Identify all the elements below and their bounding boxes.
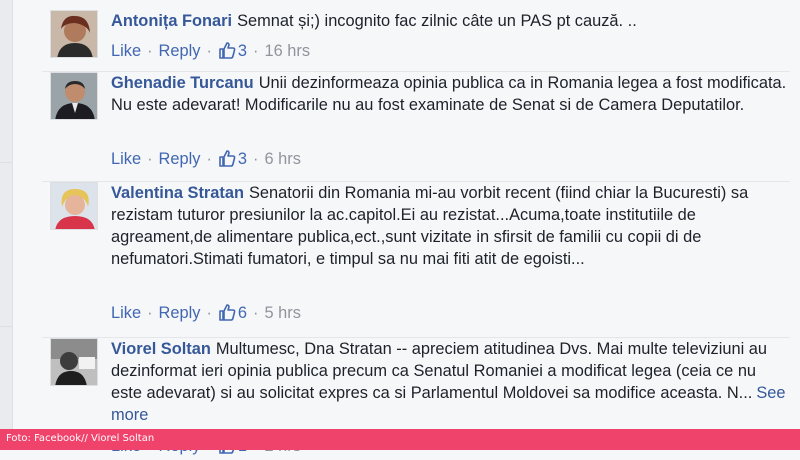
timestamp[interactable]: 6 hrs	[265, 150, 301, 168]
comment-body: Valentina Stratan Senatorii din Romania m…	[111, 182, 790, 270]
avatar[interactable]	[50, 338, 98, 386]
separator-dot: ·	[147, 42, 153, 60]
separator-dot: ·	[147, 304, 153, 322]
like-button[interactable]: Like	[111, 150, 141, 168]
avatar[interactable]	[50, 10, 98, 58]
comment-body: Antonița Fonari Semnat și;) incognito fac…	[111, 10, 790, 32]
like-count[interactable]: 6	[238, 304, 247, 322]
like-count[interactable]: 3	[238, 150, 247, 168]
timestamp[interactable]: 5 hrs	[265, 304, 301, 322]
comment-author[interactable]: Antonița Fonari	[111, 12, 232, 30]
separator-dot: ·	[253, 304, 259, 322]
comment: Antonița Fonari Semnat și;) incognito fac…	[42, 10, 790, 72]
separator-dot: ·	[206, 304, 212, 322]
rail-divider	[0, 326, 12, 327]
like-count[interactable]: 3	[238, 42, 247, 60]
comment-author[interactable]: Valentina Stratan	[111, 184, 244, 202]
comment-author[interactable]: Ghenadie Turcanu	[111, 74, 254, 92]
like-button[interactable]: Like	[111, 42, 141, 60]
thumbs-up-icon[interactable]	[218, 149, 236, 173]
separator-dot: ·	[206, 150, 212, 168]
timestamp[interactable]: 16 hrs	[265, 42, 311, 60]
comment-actions: Like · Reply · 3 · 6 hrs	[111, 148, 301, 173]
separator-dot: ·	[253, 150, 259, 168]
comment-actions: Like · Reply · 6 · 5 hrs	[111, 302, 301, 327]
like-button[interactable]: Like	[111, 304, 141, 322]
photo-credit-bar: Foto: Facebook// Viorel Soltan	[0, 429, 800, 450]
separator-dot: ·	[147, 150, 153, 168]
comment-author[interactable]: Viorel Soltan	[111, 340, 211, 358]
comment-text: Semnat și;) incognito fac zilnic câte un…	[237, 12, 637, 30]
reply-button[interactable]: Reply	[159, 150, 201, 168]
comment-body: Ghenadie Turcanu Unii dezinformeaza opini…	[111, 72, 790, 116]
avatar[interactable]	[50, 72, 98, 120]
comment-actions: Like · Reply · 3 · 16 hrs	[111, 40, 310, 65]
separator-dot: ·	[206, 42, 212, 60]
reply-button[interactable]: Reply	[159, 42, 201, 60]
thumbs-up-icon[interactable]	[218, 41, 236, 65]
photo-credit-caption: Foto: Facebook// Viorel Soltan	[6, 433, 155, 444]
comment: Ghenadie Turcanu Unii dezinformeaza opini…	[42, 72, 790, 182]
thumbs-up-icon[interactable]	[218, 303, 236, 327]
separator-dot: ·	[253, 42, 259, 60]
left-rail	[0, 0, 13, 430]
comment: Valentina Stratan Senatorii din Romania m…	[42, 182, 790, 338]
reply-button[interactable]: Reply	[159, 304, 201, 322]
comment-body: Viorel Soltan Multumesc, Dna Stratan -- a…	[111, 338, 790, 426]
avatar[interactable]	[50, 182, 98, 230]
rail-divider	[0, 162, 12, 163]
